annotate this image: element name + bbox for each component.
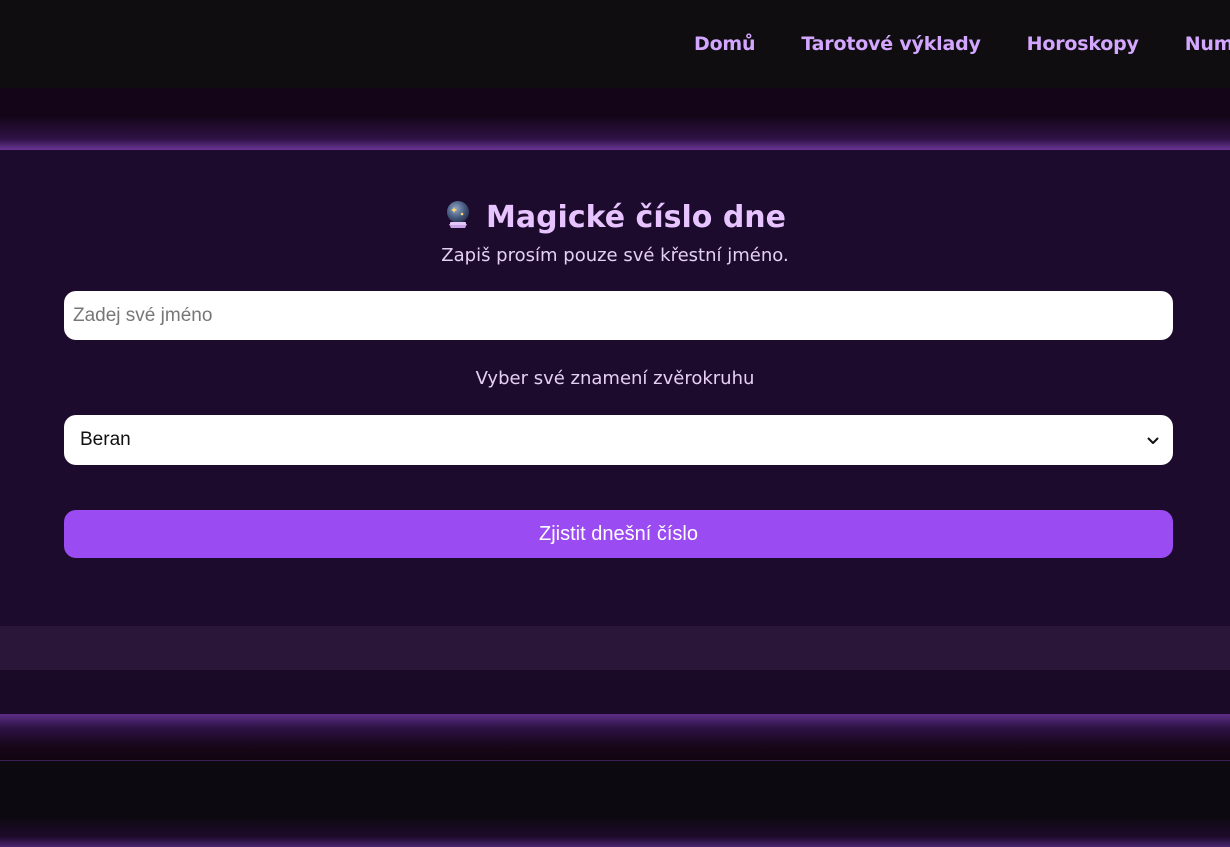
chevron-down-icon [1147,429,1159,451]
section-spacer [0,670,1230,714]
zodiac-label: Vyber své znamení zvěrokruhu [475,368,755,389]
section-glow-band [0,714,1230,761]
crystal-ball-icon [444,200,472,230]
nav-link-tarot[interactable]: Tarotové výklady [801,33,981,55]
name-hint: Zapiš prosím pouze své křestní jméno. [441,245,789,266]
footer [0,761,1230,847]
name-input[interactable] [64,291,1173,340]
submit-button[interactable]: Zjistit dnešní číslo [64,510,1173,558]
zodiac-selected-value: Beran [80,429,131,450]
page-title: Magické číslo dne [0,200,1230,236]
header-glow-band [0,88,1230,150]
main-nav: Domů Tarotové výklady Horoskopy Num [694,33,1230,55]
nav-link-horoscopes[interactable]: Horoskopy [1027,33,1139,55]
nav-link-numerology[interactable]: Num [1185,33,1230,55]
top-navbar: Domů Tarotové výklady Horoskopy Num [0,0,1230,88]
page-title-text: Magické číslo dne [485,200,786,235]
zodiac-select[interactable]: Beran [64,415,1173,465]
result-area [0,626,1230,670]
nav-link-home[interactable]: Domů [694,33,756,55]
